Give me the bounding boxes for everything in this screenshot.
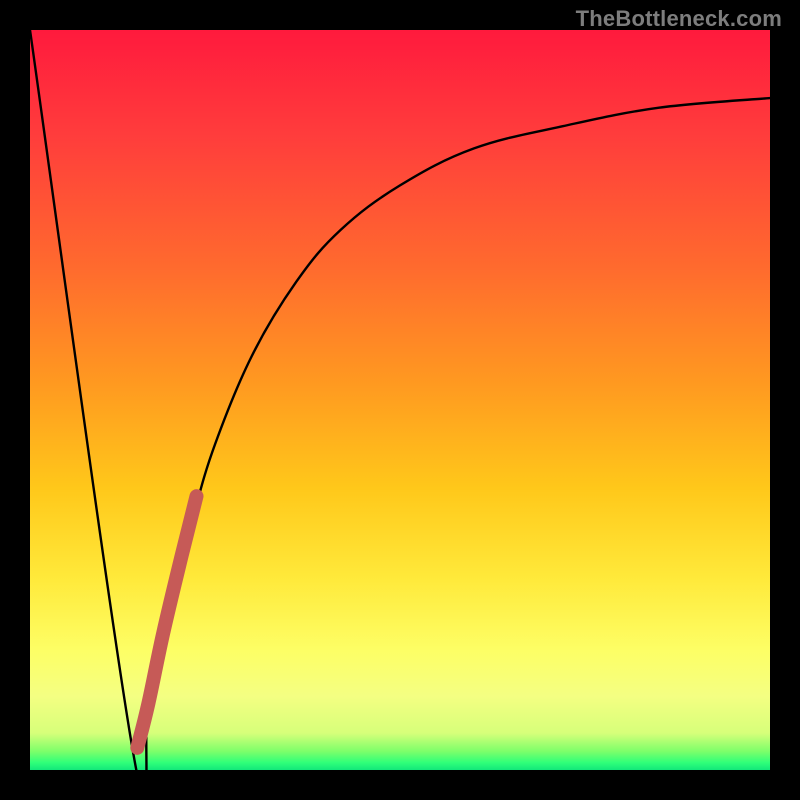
watermark-text: TheBottleneck.com: [576, 6, 782, 32]
highlight-segment-path: [137, 496, 196, 748]
plot-area: [30, 30, 770, 770]
chart-frame: TheBottleneck.com: [0, 0, 800, 800]
bottleneck-curve-path: [30, 30, 770, 800]
curve-layer: [30, 30, 770, 770]
